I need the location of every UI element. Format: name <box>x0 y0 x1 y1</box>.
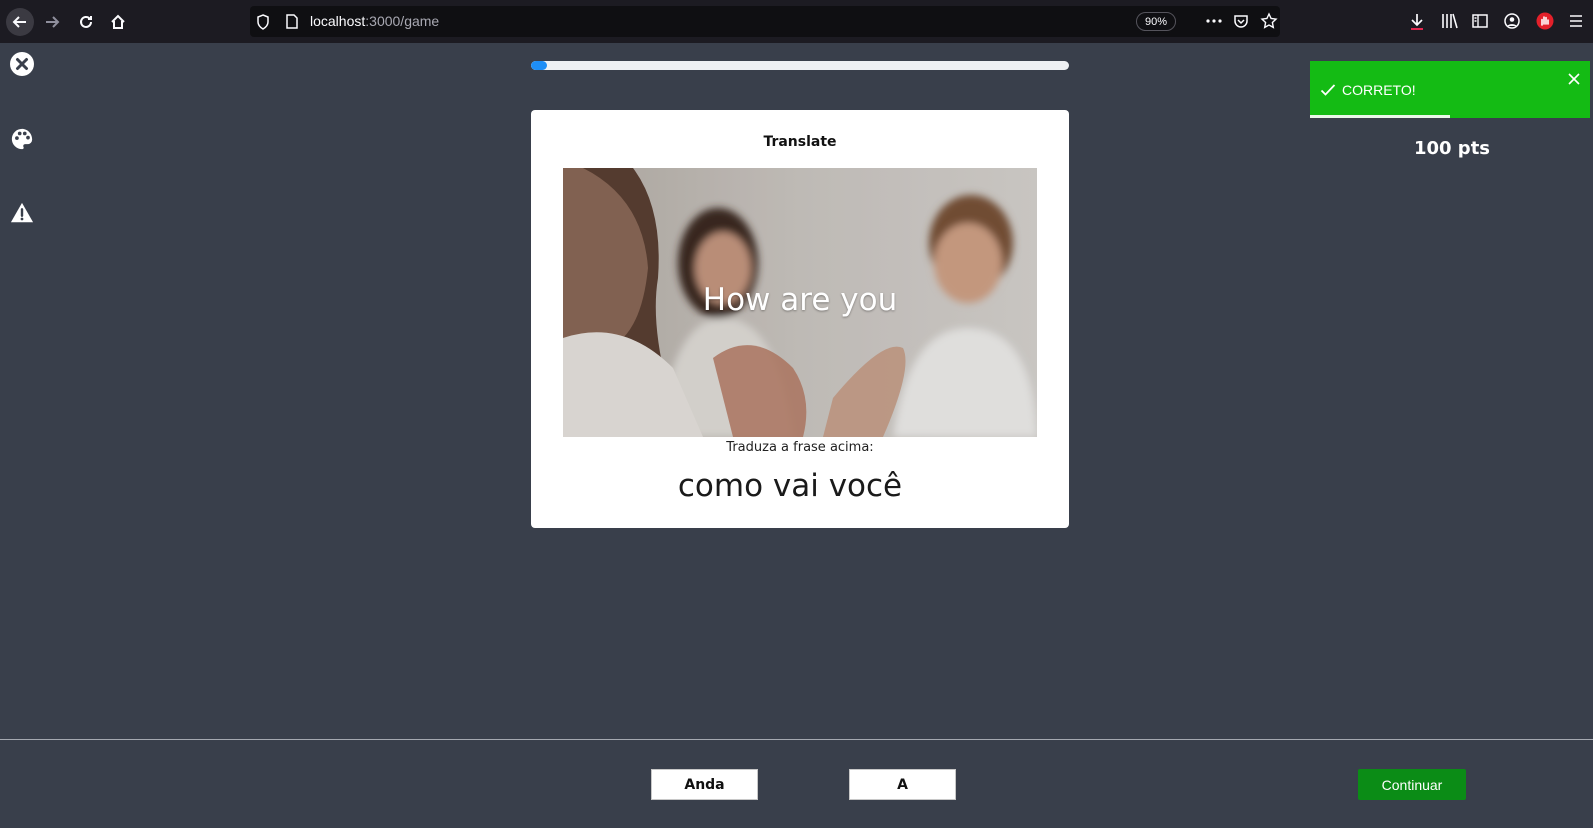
toast-timer-bar <box>1310 115 1450 118</box>
zoom-badge[interactable]: 90% <box>1136 12 1176 31</box>
url-bar[interactable]: localhost:3000/game 90% <box>250 6 1280 37</box>
back-icon[interactable] <box>6 8 34 36</box>
reload-icon[interactable] <box>72 8 100 36</box>
card-title: Translate <box>763 134 837 150</box>
browser-toolbar: localhost:3000/game 90% <box>0 0 1593 43</box>
sidebar-icon[interactable] <box>1472 14 1488 28</box>
download-icon[interactable] <box>1409 13 1425 31</box>
more-icon[interactable] <box>1205 14 1223 28</box>
menu-icon[interactable] <box>1568 14 1584 28</box>
word-option-button[interactable]: Anda <box>651 769 758 800</box>
shield-icon[interactable] <box>256 14 270 30</box>
word-option-button[interactable]: A <box>849 769 956 800</box>
answer-text: como vai você <box>677 468 903 504</box>
url-host: localhost <box>310 13 366 29</box>
check-icon <box>1320 84 1336 96</box>
close-icon[interactable] <box>9 51 35 77</box>
lesson-progress-bar <box>531 61 1069 70</box>
palette-icon[interactable] <box>9 126 35 152</box>
translate-prompt: Traduza a frase acima: <box>726 440 874 455</box>
url-path: :3000/game <box>365 13 440 29</box>
score: 100 pts <box>1413 138 1491 159</box>
lesson-progress-fill <box>531 61 548 70</box>
phrase-image: How are you <box>563 168 1037 437</box>
page-icon <box>286 14 298 29</box>
forward-icon[interactable] <box>38 8 66 36</box>
warning-icon[interactable] <box>9 200 35 226</box>
pocket-icon[interactable] <box>1233 13 1249 29</box>
close-icon[interactable] <box>1568 73 1580 85</box>
correct-toast: CORRETO! <box>1310 61 1590 118</box>
toast-message: CORRETO! <box>1342 82 1416 98</box>
phrase-text: How are you <box>702 282 898 318</box>
account-icon[interactable] <box>1504 13 1520 29</box>
url-text: localhost:3000/game <box>310 13 439 29</box>
star-icon[interactable] <box>1260 12 1278 30</box>
library-icon[interactable] <box>1441 13 1459 29</box>
continue-button[interactable]: Continuar <box>1358 769 1466 800</box>
footer-divider <box>0 739 1593 740</box>
exercise-card: Translate How are you Traduza a frase ac… <box>531 110 1069 528</box>
home-icon[interactable] <box>104 8 132 36</box>
extension-icon[interactable] <box>1536 12 1554 30</box>
